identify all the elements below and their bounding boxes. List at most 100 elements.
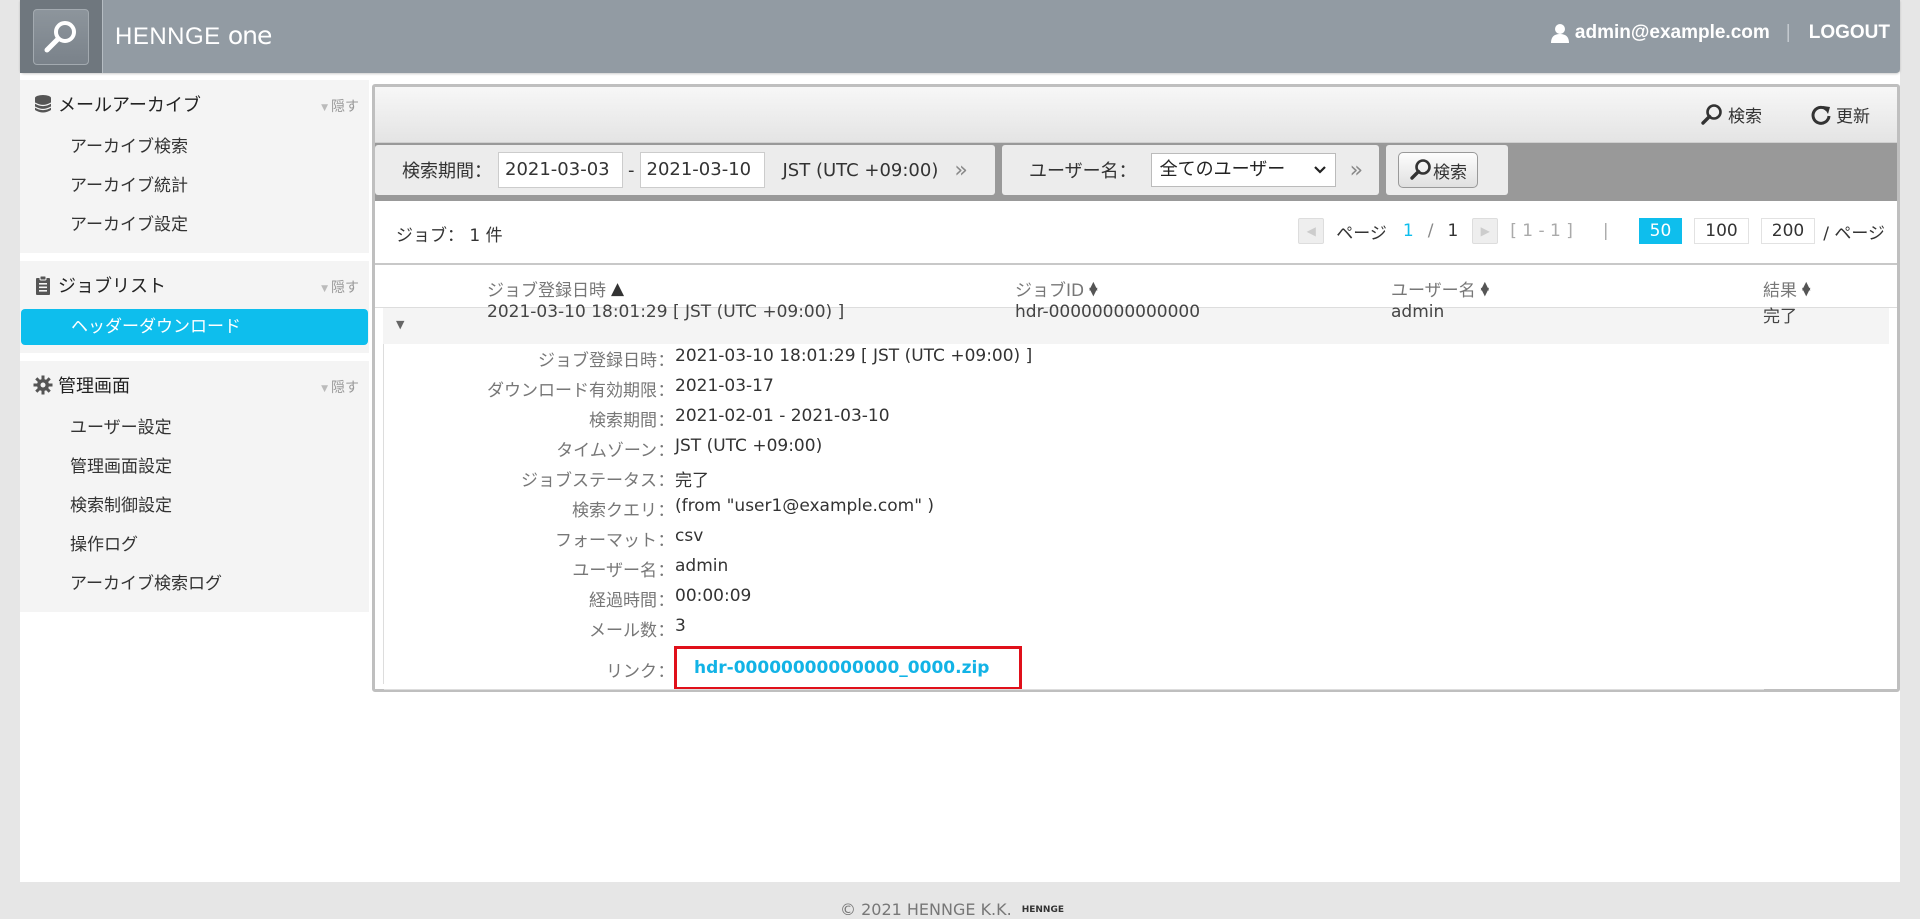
detail-row: 検索期間： 2021-02-01 - 2021-03-10 [384,406,890,431]
detail-row: フォーマット： csv [384,526,703,551]
sidebar-item-admin-settings[interactable]: 管理画面設定 [20,448,369,487]
date-from-input[interactable]: 2021-03-03 [498,152,623,188]
sidebar-item-archive-stats[interactable]: アーカイブ統計 [20,167,369,206]
detail-colon: ： [657,381,675,401]
column-header-user[interactable]: ユーザー名 ▲ ▼ [1391,276,1489,302]
sidebar-item-archive-settings[interactable]: アーカイブ設定 [20,206,369,245]
detail-value: admin [675,556,729,576]
column-header-result-label: 結果 [1763,281,1797,301]
column-header-result[interactable]: 結果 ▲ ▼ [1763,276,1811,302]
sidebar-item-header-download[interactable]: ヘッダーダウンロード [21,309,368,345]
sidebar-item-archive-search[interactable]: アーカイブ検索 [20,128,369,167]
detail-colon: ： [657,561,675,581]
user-select[interactable]: 全てのユーザー [1150,153,1336,187]
detail-value: 完了 [675,471,709,491]
detail-value: 2021-03-17 [675,376,774,396]
detail-key: ジョブ登録日時 [538,351,657,371]
detail-colon: ： [657,591,675,611]
sidebar-item-user-settings[interactable]: ユーザー設定 [20,409,369,448]
main-panel: 検索 更新 検索期間： 2021-03-03 - 2021-03-10 JST … [372,84,1900,692]
expand-toggle-icon[interactable]: ▼ [396,318,404,331]
count-bar: ジョブ： 1 件 ◀ ページ 1 / 1 ▶ [ 1 - 1 ] | 50 10… [375,201,1897,265]
section-title: ジョブリスト [58,276,166,297]
logout-link[interactable]: LOGOUT [1809,22,1890,44]
page-size-100[interactable]: 100 [1694,218,1749,244]
row-date: 2021-03-10 18:01:29 [ JST (UTC +09:00) ] [487,302,845,322]
footer: © 2021 HENNGE K.K. HENNGE [840,900,1064,919]
detail-key: メール数 [589,621,657,641]
filter-search-label: 検索 [1433,162,1467,183]
download-zip-link[interactable]: hdr-00000000000000_0000.zip [694,658,989,678]
section-title: 管理画面 [58,376,130,397]
sidebar-section-header[interactable]: メールアーカイブ 隠す [20,80,369,128]
detail-colon: ： [657,411,675,431]
hide-toggle[interactable]: 隠す [321,277,359,297]
user-filter-group: ユーザー名： 全てのユーザー » [1002,145,1379,195]
sort-asc-icon: ▲ [611,278,625,299]
job-detail: ジョブ登録日時： 2021-03-10 18:01:29 [ JST (UTC +… [383,344,1889,690]
detail-row: ジョブステータス：完了 [384,466,709,491]
detail-colon: ： [657,662,675,682]
detail-value: 3 [675,616,686,636]
magnifier-logo-icon [44,20,76,52]
detail-row: ジョブ登録日時： 2021-03-10 18:01:29 [ JST (UTC +… [384,346,1032,371]
clipboard-icon [32,275,54,295]
user-select-value: 全てのユーザー [1159,159,1286,180]
brand-main: HENNGE [115,23,228,50]
next-page-button[interactable]: ▶ [1472,218,1499,244]
detail-key: フォーマット [555,531,657,551]
page-size-200[interactable]: 200 [1760,218,1816,244]
column-header-job-id[interactable]: ジョブID ▲ ▼ [1015,276,1098,302]
sidebar-item-search-control[interactable]: 検索制御設定 [20,487,369,526]
toolbar-refresh-button[interactable]: 更新 [1810,102,1870,127]
hide-toggle[interactable]: 隠す [321,96,359,116]
detail-row: ダウンロード有効期限： 2021-03-17 [384,376,774,401]
page-label: ページ [1336,223,1387,244]
date-to-input[interactable]: 2021-03-10 [639,152,765,188]
detail-row-link: リンク： [384,657,675,682]
pagination: ◀ ページ 1 / 1 ▶ [ 1 - 1 ] | 50 100 200 / ペ… [1298,218,1885,244]
hide-toggle[interactable]: 隠す [321,377,359,397]
timezone-label: JST (UTC +09:00) [782,159,939,181]
toolbar-search-button[interactable]: 検索 [1700,102,1762,127]
column-header-date[interactable]: ジョブ登録日時 ▲ [487,276,625,302]
detail-row: ユーザー名： admin [384,556,728,581]
date-dash: - [628,159,635,181]
detail-key: タイムゾーン [556,441,657,461]
detail-key: 検索期間 [589,411,657,431]
chevron-right-icon: » [1349,157,1364,183]
detail-value: 2021-03-10 18:01:29 [ JST (UTC +09:00) ] [675,346,1033,366]
detail-key: 検索クエリ [572,501,657,521]
detail-row: メール数： 3 [384,616,686,641]
filter-search-button[interactable]: 検索 [1398,152,1478,188]
prev-page-button[interactable]: ◀ [1298,218,1325,244]
user-email[interactable]: admin@example.com [1575,22,1770,44]
table-row[interactable]: ▼ 2021-03-10 18:01:29 [ JST (UTC +09:00)… [383,302,1889,344]
sidebar: メールアーカイブ 隠す アーカイブ検索 アーカイブ統計 アーカイブ設定 ジョブリ… [20,80,369,620]
app-logo[interactable] [20,0,103,73]
job-count: ジョブ： 1 件 [396,226,503,246]
sidebar-section-header[interactable]: ジョブリスト 隠す [20,261,369,309]
database-icon [32,94,54,114]
search-button-group: 検索 [1386,145,1508,195]
detail-row: タイムゾーン： JST (UTC +09:00) [384,436,822,461]
chevron-right-icon: » [954,157,968,183]
sidebar-section-header[interactable]: 管理画面 隠す [20,361,369,409]
caret-left-icon: ◀ [1306,224,1316,238]
sort-icon: ▲ ▼ [1802,278,1811,298]
detail-colon: ： [657,441,675,461]
detail-key: リンク [606,662,657,682]
total-pages: 1 [1447,221,1459,241]
detail-value: (from "user1@example.com" ) [675,496,935,516]
gear-icon [32,375,54,395]
page-size-50[interactable]: 50 [1638,218,1683,244]
page-slash: / [1427,221,1434,241]
hennge-mini-logo: HENNGE [1021,904,1064,915]
sidebar-item-operation-log[interactable]: 操作ログ [20,526,369,565]
brand-name: HENNGE one [115,21,272,51]
row-user: admin [1391,302,1445,322]
row-job-id: hdr-00000000000000 [1015,302,1201,322]
current-page: 1 [1402,221,1414,241]
sidebar-item-archive-search-log[interactable]: アーカイブ検索ログ [20,565,369,604]
detail-row: 検索クエリ： (from "user1@example.com" ) [384,496,934,521]
